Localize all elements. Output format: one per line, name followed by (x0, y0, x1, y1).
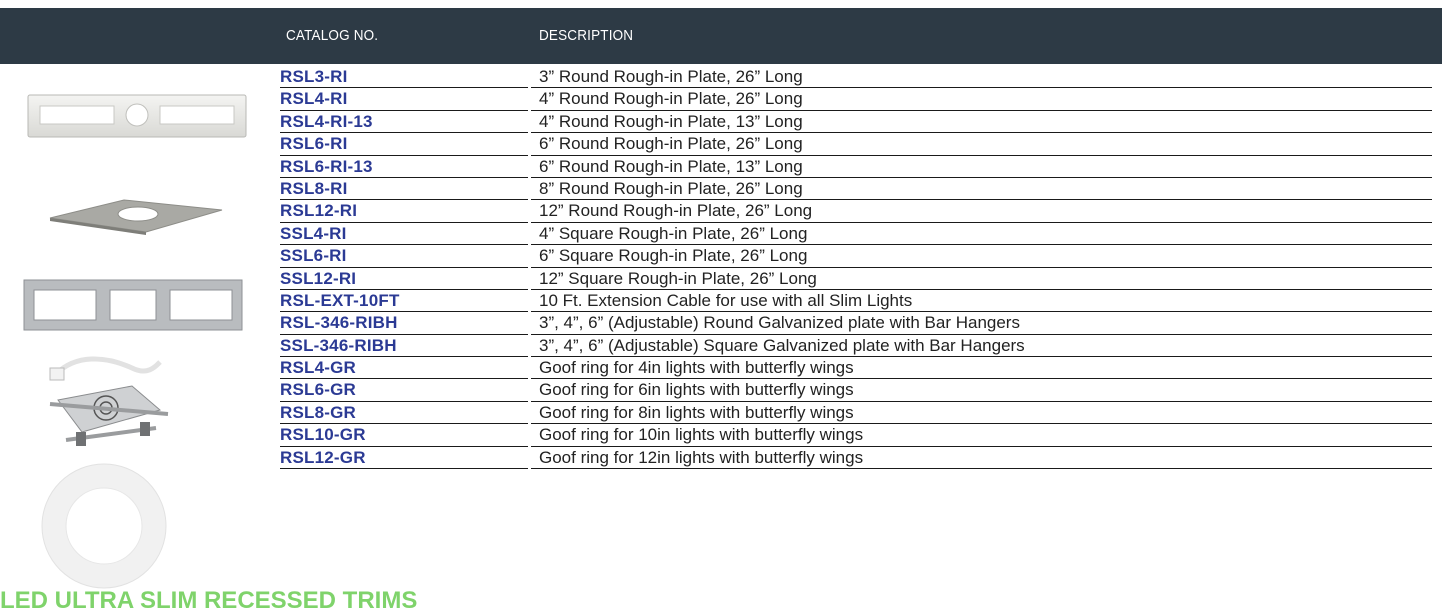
product-description: 10 Ft. Extension Cable for use with all … (531, 290, 1432, 313)
table-header-bar (0, 8, 1442, 64)
product-description: Goof ring for 4in lights with butterfly … (531, 357, 1432, 380)
catalog-number: RSL12-GR (280, 447, 528, 470)
table-row: RSL6-RI-13 6” Round Rough-in Plate, 13” L… (0, 156, 1442, 178)
product-description: 12” Round Rough-in Plate, 26” Long (531, 200, 1432, 223)
product-description: 4” Round Rough-in Plate, 13” Long (531, 111, 1432, 134)
table-row: SSL-346-RIBH 3”, 4”, 6” (Adjustable) Squa… (0, 335, 1442, 358)
table-row: RSL12-GR Goof ring for 12in lights with b… (0, 447, 1442, 470)
table-row: RSL8-GR Goof ring for 8in lights with but… (0, 402, 1442, 425)
table-row: RSL12-RI 12” Round Rough-in Plate, 26” Lo… (0, 200, 1442, 223)
catalog-number: RSL12-RI (280, 200, 528, 223)
catalog-number: RSL3-RI (280, 66, 528, 89)
table-row: RSL4-GR Goof ring for 4in lights with but… (0, 357, 1442, 380)
table-row: SSL12-RI 12” Square Rough-in Plate, 26” L… (0, 268, 1442, 290)
catalog-number: RSL6-RI-13 (280, 156, 528, 178)
product-description: 3”, 4”, 6” (Adjustable) Square Galvanize… (531, 335, 1432, 358)
section-heading-partial: LED ULTRA SLIM RECESSED TRIMS (0, 588, 418, 608)
table-row: RSL4-RI-13 4” Round Rough-in Plate, 13” L… (0, 111, 1442, 134)
catalog-number: RSL4-RI-13 (280, 111, 528, 134)
product-description: 6” Round Rough-in Plate, 13” Long (531, 156, 1432, 178)
catalog-number: RSL6-RI (280, 133, 528, 156)
catalog-number: RSL4-GR (280, 357, 528, 380)
product-table: RSL3-RI 3” Round Rough-in Plate, 26” Long… (0, 66, 1442, 470)
product-description: Goof ring for 8in lights with butterfly … (531, 402, 1432, 425)
product-description: Goof ring for 12in lights with butterfly… (531, 447, 1432, 470)
product-description: 6” Square Rough-in Plate, 26” Long (531, 245, 1432, 268)
catalog-number: RSL-EXT-10FT (280, 290, 528, 313)
catalog-number: SSL-346-RIBH (280, 335, 528, 358)
table-row: RSL3-RI 3” Round Rough-in Plate, 26” Long (0, 66, 1442, 89)
table-row: RSL6-RI 6” Round Rough-in Plate, 26” Long (0, 133, 1442, 156)
table-row: RSL-EXT-10FT 10 Ft. Extension Cable for u… (0, 290, 1442, 313)
column-header-catalog: CATALOG NO. (286, 27, 379, 44)
catalog-number: RSL8-GR (280, 402, 528, 425)
product-description: 8” Round Rough-in Plate, 26” Long (531, 178, 1432, 201)
table-row: SSL6-RI 6” Square Rough-in Plate, 26” Lon… (0, 245, 1442, 268)
product-description: 6” Round Rough-in Plate, 26” Long (531, 133, 1432, 156)
catalog-number: RSL6-GR (280, 379, 528, 402)
product-description: 3” Round Rough-in Plate, 26” Long (531, 66, 1432, 89)
catalog-number: SSL6-RI (280, 245, 528, 268)
product-description: 4” Round Rough-in Plate, 26” Long (531, 88, 1432, 111)
table-row: RSL6-GR Goof ring for 6in lights with but… (0, 379, 1442, 402)
catalog-number: SSL4-RI (280, 223, 528, 246)
product-description: Goof ring for 6in lights with butterfly … (531, 379, 1432, 402)
catalog-number: SSL12-RI (280, 268, 528, 290)
catalog-number: RSL8-RI (280, 178, 528, 201)
catalog-number: RSL4-RI (280, 88, 528, 111)
table-row: RSL10-GR Goof ring for 10in lights with b… (0, 424, 1442, 447)
product-description: 4” Square Rough-in Plate, 26” Long (531, 223, 1432, 246)
table-row: RSL4-RI 4” Round Rough-in Plate, 26” Long (0, 88, 1442, 111)
table-row: RSL8-RI 8” Round Rough-in Plate, 26” Long (0, 178, 1442, 201)
table-row: RSL-346-RIBH 3”, 4”, 6” (Adjustable) Roun… (0, 312, 1442, 335)
column-header-description: DESCRIPTION (539, 27, 634, 44)
table-row: SSL4-RI 4” Square Rough-in Plate, 26” Lon… (0, 223, 1442, 246)
product-description: 3”, 4”, 6” (Adjustable) Round Galvanized… (531, 312, 1432, 335)
product-description: 12” Square Rough-in Plate, 26” Long (531, 268, 1432, 290)
product-description: Goof ring for 10in lights with butterfly… (531, 424, 1432, 447)
catalog-number: RSL10-GR (280, 424, 528, 447)
catalog-number: RSL-346-RIBH (280, 312, 528, 335)
goof-ring-icon (41, 463, 167, 589)
